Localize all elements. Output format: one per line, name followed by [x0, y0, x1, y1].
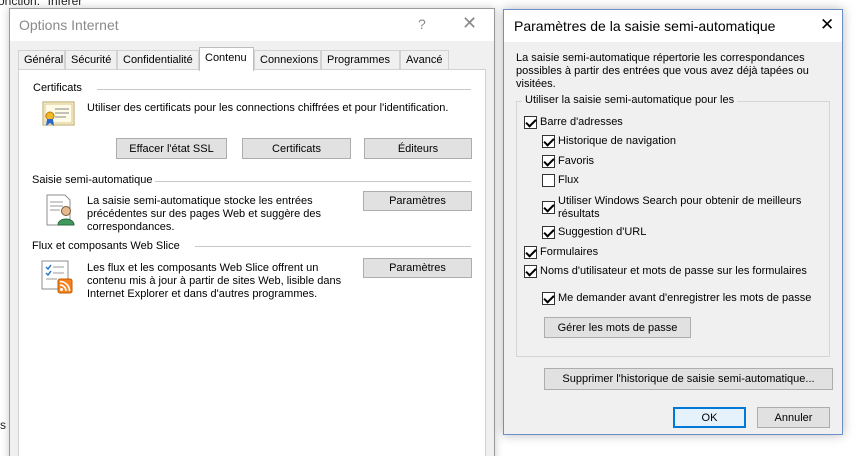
tab-connections[interactable]: Connexions: [254, 50, 321, 70]
autocomplete-section-title: Saisie semi-automatique: [32, 174, 153, 186]
dialog-title-bar: Paramètres de la saisie semi-automatique…: [504, 10, 842, 42]
tab-advanced[interactable]: Avancé: [400, 50, 449, 70]
publishers-button[interactable]: Éditeurs: [364, 138, 472, 159]
checkbox-label: Flux: [558, 174, 579, 186]
background-edge-text: s: [0, 418, 6, 432]
checkbox-box[interactable]: [524, 116, 537, 129]
checkbox-box[interactable]: [542, 135, 555, 148]
certificates-button[interactable]: Certificats: [242, 138, 351, 159]
checkbox-url-suggestion[interactable]: Suggestion d'URL: [542, 226, 646, 239]
checkbox-label: Utiliser Windows Search pour obtenir de …: [558, 195, 802, 220]
feeds-section-title: Flux et composants Web Slice: [32, 240, 180, 252]
certificates-description: Utiliser des certificats pour les connec…: [87, 102, 449, 114]
checkbox-box[interactable]: [542, 155, 555, 168]
checkbox-windows-search[interactable]: Utiliser Windows Search pour obtenir de …: [542, 195, 822, 221]
checkbox-label: Barre d'adresses: [540, 116, 623, 128]
dialog-title: Paramètres de la saisie semi-automatique: [514, 18, 776, 34]
autocomplete-user-icon: [46, 194, 76, 229]
checkbox-address-bar[interactable]: Barre d'adresses: [524, 116, 623, 129]
group-label: Utiliser la saisie semi-automatique pour…: [522, 94, 738, 106]
checkbox-label: Formulaires: [540, 246, 599, 258]
window-title: Options Internet: [19, 17, 119, 33]
checkbox-box[interactable]: [542, 174, 555, 187]
cancel-button[interactable]: Annuler: [757, 407, 830, 428]
autocomplete-description: La saisie semi-automatique stocke les en…: [87, 195, 322, 233]
checkbox-box[interactable]: [542, 201, 555, 214]
ok-button[interactable]: OK: [673, 407, 746, 428]
help-button[interactable]: ?: [418, 16, 426, 32]
background-text: onction: "Inferer": [0, 0, 87, 8]
checkbox-browsing-history[interactable]: Historique de navigation: [542, 135, 676, 148]
checkbox-label: Noms d'utilisateur et mots de passe sur …: [540, 265, 807, 277]
rss-feed-icon: [41, 260, 75, 297]
feeds-settings-button[interactable]: Paramètres: [363, 258, 472, 278]
checkbox-box[interactable]: [542, 226, 555, 239]
section-divider: [195, 246, 471, 247]
checkbox-usernames-passwords[interactable]: Noms d'utilisateur et mots de passe sur …: [524, 265, 807, 278]
checkbox-box[interactable]: [524, 265, 537, 278]
checkbox-forms[interactable]: Formulaires: [524, 246, 598, 259]
clear-ssl-button[interactable]: Effacer l'état SSL: [116, 138, 227, 159]
checkbox-box[interactable]: [524, 246, 537, 259]
tab-general[interactable]: Général: [18, 50, 65, 70]
tab-content[interactable]: Contenu: [199, 47, 254, 71]
delete-autocomplete-history-button[interactable]: Supprimer l'historique de saisie semi-au…: [544, 368, 833, 390]
checkbox-ask-before-saving[interactable]: Me demander avant d'enregistrer les mots…: [542, 292, 811, 305]
checkbox-favorites[interactable]: Favoris: [542, 155, 594, 168]
certificate-icon: [42, 100, 76, 131]
internet-options-window: Options Internet ? ✕ Général Sécurité Co…: [9, 8, 495, 456]
title-bar: Options Internet ? ✕: [10, 9, 494, 41]
tab-privacy[interactable]: Confidentialité: [117, 50, 199, 70]
close-button[interactable]: ✕: [462, 13, 477, 34]
manage-passwords-button[interactable]: Gérer les mots de passe: [544, 317, 691, 338]
section-divider: [97, 89, 471, 90]
checkbox-box[interactable]: [542, 292, 555, 305]
dialog-close-button[interactable]: ✕: [820, 15, 834, 35]
checkbox-feeds[interactable]: Flux: [542, 174, 579, 187]
certificates-section-title: Certificats: [33, 82, 82, 94]
autocomplete-settings-button[interactable]: Paramètres: [363, 191, 472, 211]
content-tab-panel: Certificats Utiliser des certificats pou…: [18, 69, 486, 456]
checkbox-label: Historique de navigation: [558, 135, 677, 147]
section-divider: [155, 181, 471, 182]
tab-security[interactable]: Sécurité: [65, 50, 117, 70]
checkbox-label: Me demander avant d'enregistrer les mots…: [558, 292, 812, 304]
dialog-description: La saisie semi-automatique répertorie le…: [516, 52, 809, 90]
checkbox-label: Suggestion d'URL: [558, 226, 647, 238]
tab-programs[interactable]: Programmes: [321, 50, 400, 70]
feeds-description: Les flux et les composants Web Slice off…: [87, 262, 342, 300]
autocomplete-settings-dialog: Paramètres de la saisie semi-automatique…: [503, 9, 843, 435]
checkbox-label: Favoris: [558, 155, 595, 167]
